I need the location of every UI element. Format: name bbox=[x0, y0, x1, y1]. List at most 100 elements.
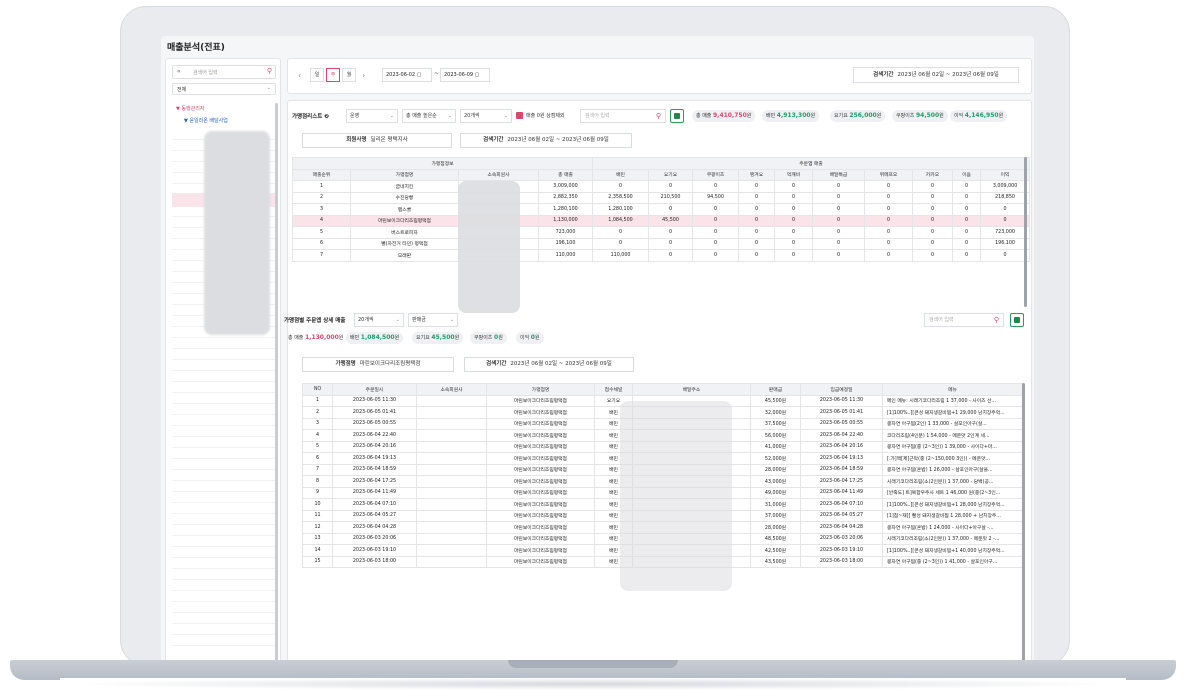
search-icon[interactable]: ⚲ bbox=[267, 67, 272, 75]
exclude-zero-checkbox[interactable] bbox=[516, 112, 523, 119]
cell-name: 버스트로피자 bbox=[350, 226, 459, 239]
cell-amount: 37,000원 bbox=[750, 509, 801, 522]
exclude-zero-label: 매출 0원 상점제외 bbox=[526, 113, 565, 119]
stat-label: 이익 bbox=[520, 335, 530, 341]
column-header[interactable]: 요기요 bbox=[648, 168, 694, 181]
cell-profit: 0 bbox=[980, 249, 1031, 262]
detail-search-input[interactable]: 검색어 입력 ⚲ bbox=[924, 313, 1004, 327]
sidebar-search-input[interactable]: « 검색어 입력 ⚲ bbox=[172, 65, 276, 79]
cell-ddang: 0 bbox=[738, 226, 776, 239]
page-size-select[interactable]: 20개씩 ⌄ bbox=[460, 109, 512, 123]
column-header[interactable]: 접수채널 bbox=[594, 383, 633, 396]
chevron-down-icon: ⌄ bbox=[447, 113, 452, 119]
date-to-input[interactable]: 2023-06-09 ▢ bbox=[440, 68, 490, 82]
tree-child-item[interactable]: ▼ 윤일리온 배달사업 bbox=[184, 117, 228, 124]
detail-filter-row: 가맹점별 주문앱 상세 매출 20개씩 ⌄ 판매금 ⌄ 검색어 입력 ⚲ bbox=[284, 313, 1033, 327]
cell-amount: 32,000원 bbox=[750, 406, 801, 419]
cell-order-datetime: 2023-06-04 04:28 bbox=[332, 521, 417, 534]
column-header[interactable]: 입금예정일 bbox=[800, 383, 883, 396]
store-row[interactable]: 1 굽네치킨 3,009,000 0 0 0 0 0 0 0 0 0 3,009,000 bbox=[292, 180, 1031, 193]
column-header[interactable]: 가맹점명 bbox=[486, 383, 595, 396]
store-row[interactable]: 5 버스트로피자 723,000 0 0 0 0 0 0 0 0 0 723,000 bbox=[292, 226, 1031, 239]
tree-root-item[interactable]: ▼ 동행관리자 bbox=[176, 105, 204, 112]
prev-period-icon[interactable]: ‹ bbox=[298, 71, 301, 80]
search-icon[interactable]: ⚲ bbox=[994, 314, 999, 326]
cell-menu: 콩자연 아구찜(2인) 1 33,000 - 살포인아구(살... bbox=[882, 417, 1023, 430]
column-header[interactable]: 소속회원사 bbox=[416, 383, 487, 396]
cell-profit: 218,850 bbox=[980, 191, 1031, 204]
cell-order-datetime: 2023-06-04 17:25 bbox=[332, 475, 417, 488]
cell-store-name: 마린보이크다리조림평택점 bbox=[486, 555, 595, 568]
cell-kakao: 0 bbox=[912, 226, 954, 239]
cell-payout-date: 2023-06-04 05:27 bbox=[800, 509, 883, 522]
cell-order-datetime: 2023-06-05 11:30 bbox=[332, 394, 417, 407]
cell-amount: 31,000원 bbox=[750, 498, 801, 511]
member-cell-redacted bbox=[416, 440, 487, 453]
column-header[interactable]: 카카오 bbox=[912, 168, 954, 181]
tab-week[interactable]: 주 bbox=[326, 68, 340, 82]
stat-unit: 원 bbox=[394, 335, 400, 341]
column-header[interactable]: 배민 bbox=[592, 168, 650, 181]
column-header[interactable]: 메뉴 bbox=[882, 383, 1023, 396]
store-table-scrollbar[interactable] bbox=[1024, 157, 1027, 307]
store-row[interactable]: 7 모래판 110,000 110,000 0 0 0 0 0 0 0 0 0 bbox=[292, 249, 1031, 262]
column-header[interactable]: 가맹점명 bbox=[350, 168, 459, 181]
cell-wemef: 0 bbox=[864, 226, 914, 239]
next-period-icon[interactable]: › bbox=[362, 71, 365, 80]
column-header[interactable]: 위메프오 bbox=[864, 168, 914, 181]
cell-menu: [반죽도] 트]복합우주사 세트 1 46,000 원(중(2~3인... bbox=[882, 486, 1023, 499]
store-search-placeholder: 검색어 입력 bbox=[585, 113, 610, 119]
store-row[interactable]: 3 팹스쿨 1,280,100 1,280,100 0 0 0 0 0 0 0 0 0 bbox=[292, 203, 1031, 216]
excel-download-button[interactable] bbox=[670, 109, 684, 123]
column-header[interactable]: 판매금 bbox=[750, 383, 801, 396]
column-header[interactable]: 배달특급 bbox=[812, 168, 866, 181]
cell-ieum: 0 bbox=[952, 249, 982, 262]
cell-wemef: 0 bbox=[864, 203, 914, 216]
status-select[interactable]: 운영 ⌄ bbox=[346, 109, 398, 123]
column-header[interactable]: 땡겨요 bbox=[738, 168, 776, 181]
column-header[interactable]: 총 매출 bbox=[537, 168, 594, 181]
column-header[interactable]: 먹깨비 bbox=[774, 168, 814, 181]
sidebar-filter-select[interactable]: 전체 ⌄ bbox=[172, 83, 276, 95]
column-header[interactable]: NO bbox=[302, 383, 333, 396]
order-table-scrollbar[interactable] bbox=[1022, 383, 1025, 666]
tab-month[interactable]: 월 bbox=[342, 68, 356, 82]
column-header[interactable]: 이익 bbox=[980, 168, 1031, 181]
cell-ddang: 0 bbox=[738, 237, 776, 250]
cell-no: 3 bbox=[302, 417, 333, 430]
column-header[interactable]: 소속회원사 bbox=[458, 168, 539, 181]
cell-rank: 6 bbox=[292, 237, 351, 250]
cell-coupang: 0 bbox=[692, 237, 740, 250]
cell-kakao: 0 bbox=[912, 180, 954, 193]
store-search-input[interactable]: 검색어 입력 ⚲ bbox=[580, 109, 666, 123]
member-cell-redacted bbox=[416, 417, 487, 430]
column-header[interactable]: 이음 bbox=[952, 168, 982, 181]
search-icon[interactable]: ⚲ bbox=[656, 110, 661, 122]
store-row[interactable]: 2 수진당빵 2,882,350 2,358,500 210,500 94,500 0 0 0 0… bbox=[292, 191, 1031, 204]
sidebar-scrollbar[interactable] bbox=[275, 103, 278, 663]
cell-ieum: 0 bbox=[952, 191, 982, 204]
stat-label: 이익 bbox=[954, 113, 964, 119]
tab-day[interactable]: 일 bbox=[310, 68, 324, 82]
detail-amount-select[interactable]: 판매금 ⌄ bbox=[408, 313, 458, 327]
order-table-header: NO 주문일시 소속회원사 가맹점명 접수채널 배달주소 판매금 입금예정일 메뉴 bbox=[302, 383, 1023, 396]
laptop-base bbox=[0, 660, 1186, 691]
sort-select[interactable]: 총 매출 높은순 ⌄ bbox=[402, 109, 456, 123]
cell-order-datetime: 2023-06-04 05:27 bbox=[332, 509, 417, 522]
detail-page-size-select[interactable]: 20개씩 ⌄ bbox=[354, 313, 404, 327]
stat-label: 요기요 bbox=[416, 335, 430, 341]
column-header[interactable]: 배달주소 bbox=[632, 383, 751, 396]
stat-label: 총 매출 bbox=[696, 113, 712, 119]
stat-label: 쿠팡이츠 bbox=[896, 113, 915, 119]
column-header[interactable]: 매출순위 bbox=[292, 168, 351, 181]
column-header[interactable]: 주문일시 bbox=[332, 383, 417, 396]
column-header[interactable]: 쿠팡이츠 bbox=[692, 168, 740, 181]
chevron-down-icon: ⌄ bbox=[449, 317, 454, 323]
collapse-icon[interactable]: « bbox=[177, 68, 181, 75]
cell-total: 110,000 bbox=[537, 249, 594, 262]
store-row[interactable]: 6 뻘(자전거 타던) 평택점 196,100 0 0 0 0 0 0 0 0 0 196,100 bbox=[292, 237, 1031, 250]
store-row[interactable]: 4 마린보이크다리조림평택점 1,130,000 1,084,500 45,500 0 0 0… bbox=[292, 214, 1031, 227]
excel-download-button[interactable] bbox=[1010, 313, 1024, 327]
info-icon[interactable]: ❷ bbox=[324, 114, 329, 120]
date-from-input[interactable]: 2023-06-02 ▢ bbox=[382, 68, 432, 82]
